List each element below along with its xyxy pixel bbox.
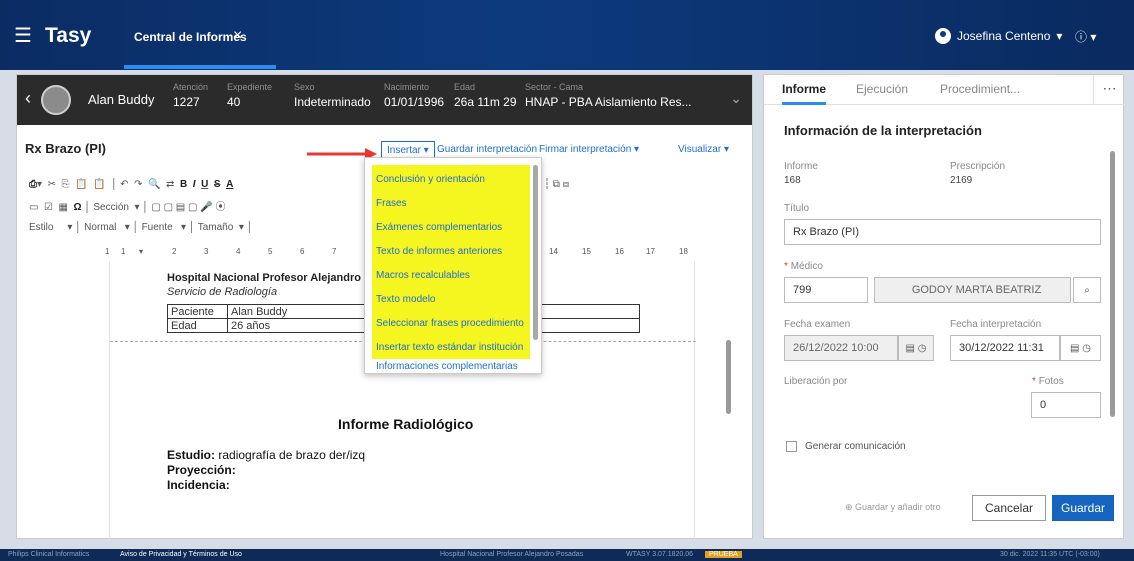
patient-field-nacimiento: Nacimiento 01/01/1996	[384, 82, 445, 109]
tab-informe[interactable]: Informe	[782, 82, 826, 96]
menu-item-texto-informes[interactable]: Texto de informes anteriores	[372, 239, 530, 263]
informe-value: 168	[784, 175, 801, 186]
active-tab-indicator	[782, 102, 826, 105]
proyeccion-line: Proyección:	[167, 463, 236, 477]
incidencia-line: Incidencia:	[167, 478, 230, 492]
app-title: Tasy	[45, 24, 92, 47]
titulo-label: Título	[784, 203, 810, 214]
panel-tabs: Informe Ejecución Procedimient... ⋯	[764, 75, 1125, 105]
patient-field-expediente: Expediente 40	[227, 82, 273, 109]
prescripcion-value: 2169	[950, 175, 973, 186]
more-options-icon[interactable]: ⋯	[1093, 75, 1125, 105]
fecha-examen-field[interactable]: 26/12/2022 10:00	[784, 335, 898, 361]
dropdown-scrollbar[interactable]	[533, 165, 538, 340]
service-name: Servicio de Radiología	[167, 286, 278, 298]
privacy-link[interactable]: Aviso de Privacidad y Términos de Uso	[120, 551, 242, 558]
tab-close-icon[interactable]: ×	[233, 27, 242, 45]
menu-item-examenes[interactable]: Exámenes complementarios	[372, 215, 530, 239]
save-button[interactable]: Guardar	[1052, 495, 1114, 521]
visualizar-menu-button[interactable]: Visualizar ▾	[678, 144, 729, 155]
tab-ejecucion[interactable]: Ejecución	[856, 82, 908, 96]
tab-central-de-informes[interactable]: Central de Informes	[134, 30, 247, 44]
informe-label: Informe	[784, 161, 818, 172]
tab-procedimiento[interactable]: Procedimient...	[940, 82, 1020, 96]
cancel-button[interactable]: Cancelar	[972, 495, 1046, 521]
user-avatar-icon	[935, 28, 951, 44]
document-title: Rx Brazo (PI)	[25, 141, 106, 156]
menu-item-texto-estandar[interactable]: Insertar texto estándar institución	[372, 335, 530, 359]
footer-bar: Philips Clinical Informatics Aviso de Pr…	[0, 549, 1134, 561]
patient-avatar	[41, 85, 71, 115]
env-badge: PRUEBA	[705, 551, 742, 558]
menu-item-macros[interactable]: Macros recalculables	[372, 263, 530, 287]
footer-company: Philips Clinical Informatics	[8, 551, 90, 558]
patient-field-sexo: Sexo Indeterminado	[294, 82, 371, 109]
fotos-field[interactable]: 0	[1031, 392, 1101, 418]
prescripcion-label: Prescripción	[950, 161, 1006, 172]
footer-version: WTASY 3.07.1820.06	[626, 551, 694, 558]
menu-item-frases[interactable]: Frases	[372, 191, 530, 215]
user-menu[interactable]: Josefina Centeno ▾	[935, 28, 1062, 44]
editor-toolbar-row-1[interactable]: ⎙▾ ✂ ⎘ 📋 📋 │ ↶ ↷ 🔍 ⇄ B I U S A ┆ ⧉ ⧈	[29, 179, 569, 190]
active-tab-indicator	[124, 65, 276, 69]
patient-name: Alan Buddy	[88, 92, 155, 107]
hamburger-menu-icon[interactable]: ☰	[14, 26, 32, 46]
menu-item-texto-modelo[interactable]: Texto modelo	[372, 287, 530, 311]
expand-chevron-icon[interactable]: ⌄	[730, 90, 742, 107]
menu-item-seleccionar-frases[interactable]: Seleccionar frases procedimiento	[372, 311, 530, 335]
editor-toolbar-row-2[interactable]: ▭ ☑ ▦ Ω │ Sección ▾ │ ▢ ▢ ▤ ▢ 🎤 ⦿	[29, 198, 225, 213]
liberacion-label: Liberación por	[784, 376, 848, 387]
fecha-interpretacion-label: Fecha interpretación	[950, 319, 1042, 330]
generar-comunicacion-checkbox[interactable]	[786, 441, 797, 452]
footer-datetime: 30 dic. 2022 11:35 UTC (-03:00)	[1000, 551, 1100, 558]
top-bar: ☰ Tasy Central de Informes × Josefina Ce…	[0, 0, 1134, 70]
interpretation-panel: Informe Ejecución Procedimient... ⋯ Info…	[763, 74, 1125, 539]
insertar-dropdown-list: Conclusión y orientación Frases Exámenes…	[372, 165, 530, 359]
patient-field-sector-cama: Sector - Cama HNAP - PBA Aislamiento Res.…	[525, 82, 692, 109]
fecha-examen-label: Fecha examen	[784, 319, 851, 330]
patient-field-edad: Edad 26a 11m 29	[454, 82, 517, 109]
calendar-clock-icon[interactable]: ▤ ◷	[1060, 335, 1101, 361]
calendar-clock-icon[interactable]: ▤ ◷	[898, 335, 934, 361]
medico-code-field[interactable]: 799	[784, 277, 868, 303]
titulo-field[interactable]: Rx Brazo (PI)	[784, 219, 1101, 245]
medico-label: * Médico	[784, 261, 823, 272]
footer-hospital: Hospital Nacional Profesor Alejandro Pos…	[440, 551, 584, 558]
report-title: Informe Radiológico	[338, 416, 474, 432]
chevron-down-icon: ▾	[1056, 29, 1063, 43]
editor-scrollbar[interactable]	[726, 340, 731, 414]
section-title: Información de la interpretación	[784, 123, 982, 138]
fecha-interpretacion-field[interactable]: 30/12/2022 11:31	[950, 335, 1060, 361]
menu-item-informaciones[interactable]: Informaciones complementarias	[376, 361, 518, 372]
medico-name-field: GODOY MARTA BEATRIZ	[874, 277, 1071, 303]
generar-comunicacion-label: Generar comunicación	[805, 441, 906, 452]
fotos-label: * Fotos	[1032, 376, 1064, 387]
back-chevron-icon[interactable]: ‹	[25, 88, 31, 109]
panel-scrollbar[interactable]	[1110, 151, 1115, 417]
estudio-line: Estudio: radiografía de brazo der/izq	[167, 448, 366, 462]
insertar-dropdown: Conclusión y orientación Frases Exámenes…	[364, 157, 542, 374]
menu-item-conclusion[interactable]: Conclusión y orientación	[372, 167, 530, 191]
patient-header: ‹ Alan Buddy Atención 1227 Expediente 40 S…	[17, 75, 752, 125]
guardar-anadir-otro-button[interactable]: ⊕ Guardar y añadir otro	[845, 502, 941, 513]
search-icon[interactable]: ⌕	[1073, 277, 1101, 303]
patient-field-atencion: Atención 1227	[173, 82, 209, 109]
user-name: Josefina Centeno	[957, 29, 1051, 43]
editor-toolbar-row-3[interactable]: Estilo ▾ │ Normal ▾ │ Fuente ▾ │ Tamaño …	[29, 222, 253, 233]
guardar-interpretacion-button[interactable]: Guardar interpretación	[437, 144, 537, 155]
firmar-interpretacion-button[interactable]: Firmar interpretación ▾	[539, 144, 639, 155]
info-menu-icon[interactable]: ⓘ ▾	[1075, 28, 1096, 45]
